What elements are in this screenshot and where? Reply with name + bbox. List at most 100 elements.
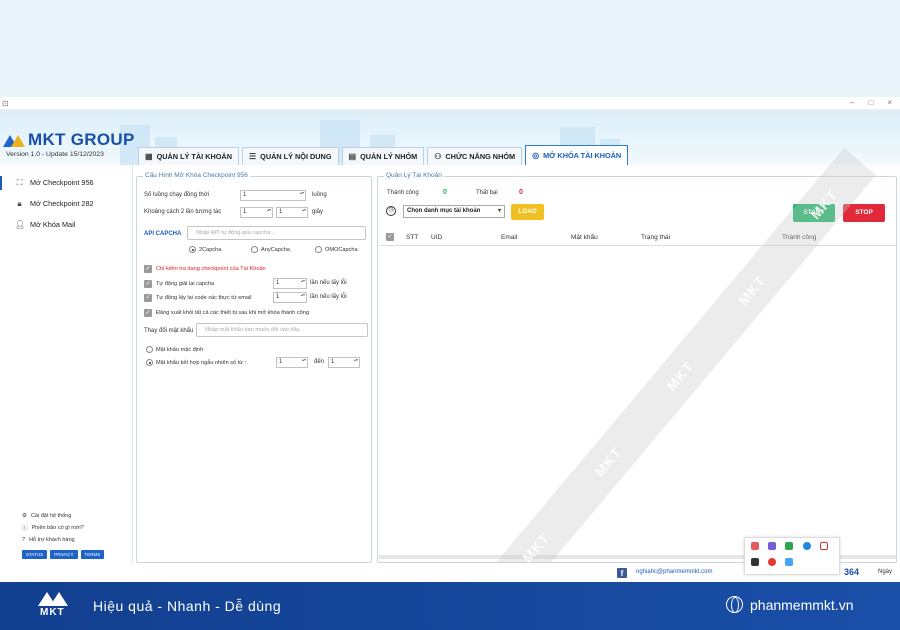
password-input[interactable]: Nhập mật khẩu bạn muốn đổi vào đây... <box>196 323 368 337</box>
password-label: Thay đổi mật khẩu <box>144 328 194 334</box>
select-all-checkbox[interactable]: ✓ <box>386 233 394 241</box>
tab-group-functions[interactable]: ⚇ CHỨC NĂNG NHÓM <box>427 147 523 165</box>
terms-button[interactable]: TERMS <box>80 550 105 559</box>
retry-email-checkbox[interactable]: ✓ Tự động lấy lại code xác thực từ email <box>144 294 252 302</box>
interval-from-stepper[interactable]: 1 <box>240 207 273 218</box>
status-button[interactable]: STATUS <box>22 550 48 559</box>
radio-indicator <box>189 246 196 253</box>
brand-logo: MKT GROUP <box>3 130 135 150</box>
fail-count: 0 <box>519 189 523 196</box>
radio-password-default[interactable]: Mật khẩu mặc định <box>146 346 203 353</box>
chevron-down-icon: ▾ <box>497 208 501 214</box>
radio-indicator <box>146 346 153 353</box>
promo-footer: MKT Hiệu quả - Nhanh - Dễ dùng phanmemmk… <box>0 582 900 630</box>
top-blank-area <box>0 0 900 97</box>
version-text: Version 1.0 - Update 15/12/2023 <box>6 151 104 158</box>
col-password: Mật khẩu <box>571 234 598 241</box>
retry-email-unit: lần nếu lấy lỗi <box>310 294 347 300</box>
scan-icon: ⛶ <box>16 177 23 187</box>
globe-icon <box>726 596 743 613</box>
window-titlebar: ⊡ – □ × <box>0 97 900 110</box>
group-icon: ▤ <box>348 152 357 161</box>
minimize-icon[interactable]: – <box>850 98 854 107</box>
retry-captcha-stepper[interactable]: 1 <box>273 278 307 289</box>
tray-edge-icon[interactable] <box>802 542 811 550</box>
threads-label: Số luồng chạy đồng thời <box>144 192 209 198</box>
help-icon: ? <box>22 537 26 543</box>
main-tabs: ▦ QUẢN LÝ TÀI KHOẢN ☰ QUẢN LÝ NỘI DUNG ▤ QU… <box>138 145 629 165</box>
privacy-button[interactable]: PRIVACY <box>50 550 78 559</box>
api-captcha-input[interactable]: Nhập API tự động giải capcha... <box>187 226 366 240</box>
settings-link[interactable]: ⚙ Cài đặt hệ thống <box>22 510 104 522</box>
grid-icon: ▦ <box>145 152 153 161</box>
user-email: nghiahc@phanmemmkt.com <box>636 569 713 575</box>
tray-check-icon[interactable] <box>819 542 828 550</box>
sidebar-item-unlock-mail[interactable]: 👤︎ Mở Khóa Mail <box>0 214 132 235</box>
threads-unit: luồng <box>312 192 327 198</box>
api-captcha-label: API CAPCHA <box>144 231 182 237</box>
footer-website: phanmemmkt.vn <box>750 597 854 613</box>
interval-unit: giây <box>312 209 324 215</box>
tray-chrome-icon[interactable] <box>768 558 777 566</box>
info-icon: ⓘ <box>22 526 28 532</box>
tray-shirt-icon[interactable] <box>751 558 759 566</box>
lock-icon: 🔒︎ <box>17 198 22 208</box>
sidebar: ⛶ Mở Checkpoint 956 🔒︎ Mở Checkpoint 282 👤… <box>0 165 133 582</box>
radio-omocaptcha[interactable]: OMOCapcha <box>315 246 358 253</box>
category-select[interactable]: Chọn danh mục tài khoản ▾ <box>403 205 505 218</box>
radio-anycaptcha[interactable]: AnyCapcha <box>251 246 290 253</box>
checkbox-check-icon: ✓ <box>144 309 152 317</box>
close-icon[interactable]: × <box>887 98 892 107</box>
history-icon[interactable]: ◷ <box>386 206 396 216</box>
radio-password-random[interactable]: Mật khẩu kết hợp ngẫu nhiên số từ : <box>146 359 246 366</box>
threads-stepper[interactable]: 1 <box>240 190 306 201</box>
tray-pen-icon[interactable] <box>768 542 777 550</box>
maximize-icon[interactable]: □ <box>868 98 873 107</box>
stop-button[interactable]: STOP <box>843 204 885 222</box>
logo-mark-icon <box>3 133 25 147</box>
support-link[interactable]: ? Hỗ trợ khách hàng <box>22 534 104 546</box>
start-button[interactable]: START <box>793 204 835 222</box>
random-to-stepper[interactable]: 1 <box>328 357 360 368</box>
success-label: Thành công <box>387 190 419 196</box>
accounts-panel: Quản Lý Tài Khoản Thành công 0 Thất bại … <box>377 172 897 563</box>
facebook-icon[interactable]: f <box>617 568 627 578</box>
tray-bluetooth-icon[interactable] <box>785 558 794 566</box>
success-count: 0 <box>443 189 447 196</box>
sidebar-item-checkpoint-282[interactable]: 🔒︎ Mở Checkpoint 282 <box>0 193 132 214</box>
sidebar-footer: ⚙ Cài đặt hệ thống ⓘ Phiên bản có gì mới? … <box>22 510 105 559</box>
checkbox-check-icon: ✓ <box>144 294 152 302</box>
col-success: Thành công <box>782 234 817 241</box>
sidebar-item-checkpoint-956[interactable]: ⛶ Mở Checkpoint 956 <box>0 172 132 193</box>
tab-content-manager[interactable]: ☰ QUẢN LÝ NỘI DUNG <box>241 147 339 165</box>
team-icon: ⚇ <box>434 152 442 161</box>
fail-label: Thất bại <box>476 190 498 196</box>
retry-email-stepper[interactable]: 1 <box>273 292 307 303</box>
checkbox-check-icon: ✓ <box>144 265 152 273</box>
fingerprint-icon: ◎ <box>532 151 540 160</box>
tray-app-icon[interactable] <box>751 542 759 550</box>
radio-indicator <box>146 359 153 366</box>
user-icon: 👤︎ <box>15 220 26 229</box>
app-icon: ⊡ <box>2 99 9 108</box>
col-email: Email <box>501 234 518 241</box>
interval-to-stepper[interactable]: 1 <box>276 207 308 218</box>
tab-group-manager[interactable]: ▤ QUẢN LÝ NHÓM <box>341 147 425 165</box>
random-from-stepper[interactable]: 1 <box>276 357 308 368</box>
accounts-panel-title: Quản Lý Tài Khoản <box>384 172 444 179</box>
radio-indicator <box>251 246 258 253</box>
load-button[interactable]: LOAD <box>511 204 544 220</box>
radio-2captcha[interactable]: 2Capcha <box>189 246 221 253</box>
retry-captcha-checkbox[interactable]: ✓ Tự động giải lại capcha <box>144 280 214 288</box>
main-area: Cấu Hình Mở Khóa Checkpoint 956 Số luồng… <box>133 165 900 582</box>
accounts-table-header: ✓ STT UID Email Mật khẩu Trạng thái Thàn… <box>379 229 896 246</box>
tray-shield-icon[interactable] <box>785 542 794 550</box>
days-unit: Ngày <box>878 569 893 575</box>
whats-new-link[interactable]: ⓘ Phiên bản có gì mới? <box>22 522 104 534</box>
tab-unlock-account[interactable]: ◎ MỞ KHÓA TÀI KHOẢN <box>525 145 629 165</box>
only-check-checkbox[interactable]: ✓ Chỉ kiểm tra dạng checkpoint của Tài Kh… <box>144 265 266 273</box>
col-stt: STT <box>406 234 419 241</box>
config-panel-title: Cấu Hình Mở Khóa Checkpoint 956 <box>143 172 250 179</box>
tab-account-manager[interactable]: ▦ QUẢN LÝ TÀI KHOẢN <box>138 147 239 165</box>
logout-devices-checkbox[interactable]: ✓ Đăng xuất khỏi tất cả các thiết bị sau … <box>144 309 309 317</box>
